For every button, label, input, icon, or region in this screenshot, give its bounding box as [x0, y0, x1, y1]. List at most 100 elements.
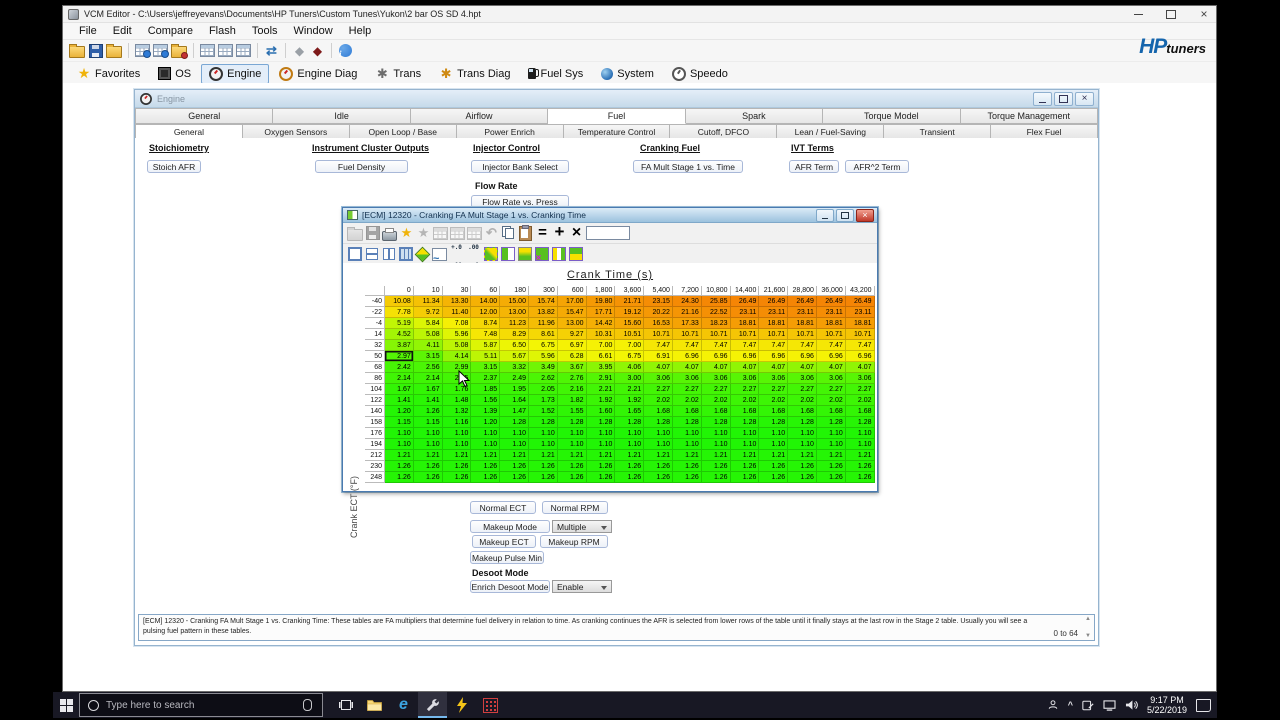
column-header[interactable]: 10: [413, 286, 443, 296]
table-cell[interactable]: 3.06: [816, 373, 846, 384]
table-cell[interactable]: 21.16: [672, 307, 702, 318]
table-cell[interactable]: 26.49: [759, 296, 789, 307]
table-cell[interactable]: 4.11: [413, 340, 443, 351]
table-cell[interactable]: 2.76: [557, 373, 587, 384]
table-cell[interactable]: 3.06: [644, 373, 673, 384]
table-cell[interactable]: 3.15: [471, 362, 501, 373]
table-cell[interactable]: 1.15: [413, 417, 443, 428]
table-cell[interactable]: 19.12: [615, 307, 645, 318]
table-cell[interactable]: 23.11: [845, 307, 875, 318]
table-cell[interactable]: 8.61: [528, 329, 558, 340]
tablet-icon[interactable]: [1082, 700, 1094, 711]
table-cell[interactable]: 25.85: [701, 296, 731, 307]
subtab-oxygen-sensors[interactable]: Oxygen Sensors: [242, 124, 350, 139]
table-cell[interactable]: 1.10: [759, 428, 789, 439]
close-icon[interactable]: [1198, 8, 1210, 20]
minimize-icon[interactable]: [1132, 8, 1144, 20]
table-cell[interactable]: 1.67: [385, 384, 414, 395]
scroll-up-icon[interactable]: ▲: [1085, 616, 1091, 622]
table-cell[interactable]: 1.10: [528, 439, 558, 450]
table-cell[interactable]: 1.41: [413, 395, 443, 406]
table-cell[interactable]: 7.47: [845, 340, 875, 351]
chart-icon[interactable]: [432, 246, 447, 262]
input-icon[interactable]: [586, 225, 630, 241]
sync-icon[interactable]: [264, 43, 279, 59]
table-cell[interactable]: 1.47: [500, 406, 529, 417]
table-cell[interactable]: 4.07: [816, 362, 846, 373]
table-cell[interactable]: 1.10: [586, 439, 616, 450]
table-cell[interactable]: 10.71: [845, 329, 875, 340]
table-cell[interactable]: 1.26: [557, 461, 587, 472]
table-cell[interactable]: 1.21: [586, 450, 616, 461]
table-cell[interactable]: 7.47: [644, 340, 673, 351]
engine-close-icon[interactable]: [1075, 92, 1094, 106]
subtab-flex-fuel[interactable]: Flex Fuel: [991, 124, 1099, 139]
table-cell[interactable]: 3.95: [586, 362, 616, 373]
row-header[interactable]: 104: [365, 384, 385, 395]
folder-icon[interactable]: [69, 43, 85, 59]
dec2-icon[interactable]: [466, 246, 481, 262]
table-cell[interactable]: 1.10: [730, 439, 760, 450]
table-close-icon[interactable]: [856, 209, 874, 222]
star-gold-icon[interactable]: [399, 225, 414, 241]
table-cell[interactable]: 1.73: [528, 395, 558, 406]
makeup-mode-button[interactable]: Makeup Mode: [470, 520, 550, 533]
app-grid-taskbar-button[interactable]: [476, 692, 505, 718]
table-cell[interactable]: 6.50: [500, 340, 529, 351]
engine-titlebar[interactable]: Engine: [135, 90, 1098, 108]
table-cell[interactable]: 1.28: [730, 417, 760, 428]
table-cell[interactable]: 1.26: [788, 461, 817, 472]
table-cell[interactable]: 22.52: [701, 307, 731, 318]
row-header[interactable]: 158: [365, 417, 385, 428]
table-cell[interactable]: 1.26: [471, 461, 501, 472]
injector-bank-select-button[interactable]: Injector Bank Select: [471, 160, 569, 173]
table-cell[interactable]: 1.26: [845, 472, 875, 483]
table-cell[interactable]: 7.47: [788, 340, 817, 351]
table-cell[interactable]: 10.71: [701, 329, 731, 340]
row-header[interactable]: 32: [365, 340, 385, 351]
table-cell[interactable]: 7.00: [615, 340, 645, 351]
table-cell[interactable]: 1.26: [586, 472, 616, 483]
engine-minimize-icon[interactable]: [1033, 92, 1052, 106]
table-cell[interactable]: 1.10: [557, 428, 587, 439]
table-cell[interactable]: 1.10: [845, 439, 875, 450]
table-cell[interactable]: 4.52: [385, 329, 414, 340]
column-header[interactable]: 43,200: [845, 286, 875, 296]
table-cell[interactable]: 19.80: [586, 296, 616, 307]
table-cell[interactable]: 1.26: [385, 472, 414, 483]
table-cell[interactable]: 4.07: [672, 362, 702, 373]
table-cell[interactable]: 3.49: [528, 362, 558, 373]
table-cell[interactable]: 1.26: [413, 406, 443, 417]
table-cell[interactable]: 7.48: [471, 329, 501, 340]
plus-icon[interactable]: [552, 225, 567, 241]
table-cell[interactable]: 1.26: [759, 472, 789, 483]
menu-compare[interactable]: Compare: [140, 25, 201, 37]
dec1-icon[interactable]: [449, 246, 464, 262]
table-cell[interactable]: 1.28: [845, 417, 875, 428]
diamond-red-icon[interactable]: [310, 43, 325, 59]
table-cell[interactable]: 23.11: [759, 307, 789, 318]
table-cell[interactable]: 14.42: [586, 318, 616, 329]
table-cell[interactable]: 1.28: [644, 417, 673, 428]
table-cell[interactable]: 10.71: [816, 329, 846, 340]
table-cell[interactable]: 2.02: [730, 395, 760, 406]
table-cell[interactable]: 1.26: [730, 461, 760, 472]
table-cell[interactable]: 2.14: [385, 373, 414, 384]
subtab-cutoff-dfco[interactable]: Cutoff, DFCO: [670, 124, 778, 139]
table-cell[interactable]: 1.10: [471, 428, 501, 439]
table-cell[interactable]: 2.27: [730, 384, 760, 395]
subtab-transient[interactable]: Transient: [884, 124, 992, 139]
table-cell[interactable]: 1.26: [701, 472, 731, 483]
table-cell[interactable]: 26.49: [816, 296, 846, 307]
tab-airflow[interactable]: Airflow: [410, 108, 549, 124]
table-cell[interactable]: 26.49: [730, 296, 760, 307]
table-cell[interactable]: 7.47: [672, 340, 702, 351]
column-header[interactable]: 14,400: [730, 286, 760, 296]
star-gray-icon[interactable]: [416, 225, 431, 241]
table-cell[interactable]: 1.67: [413, 384, 443, 395]
table-cell[interactable]: 12.00: [471, 307, 501, 318]
table-cell[interactable]: 1.10: [644, 428, 673, 439]
table-cell[interactable]: 11.23: [500, 318, 529, 329]
nav-item-engine-diag[interactable]: Engine Diag: [271, 64, 365, 84]
nav-item-system[interactable]: System: [593, 65, 662, 83]
